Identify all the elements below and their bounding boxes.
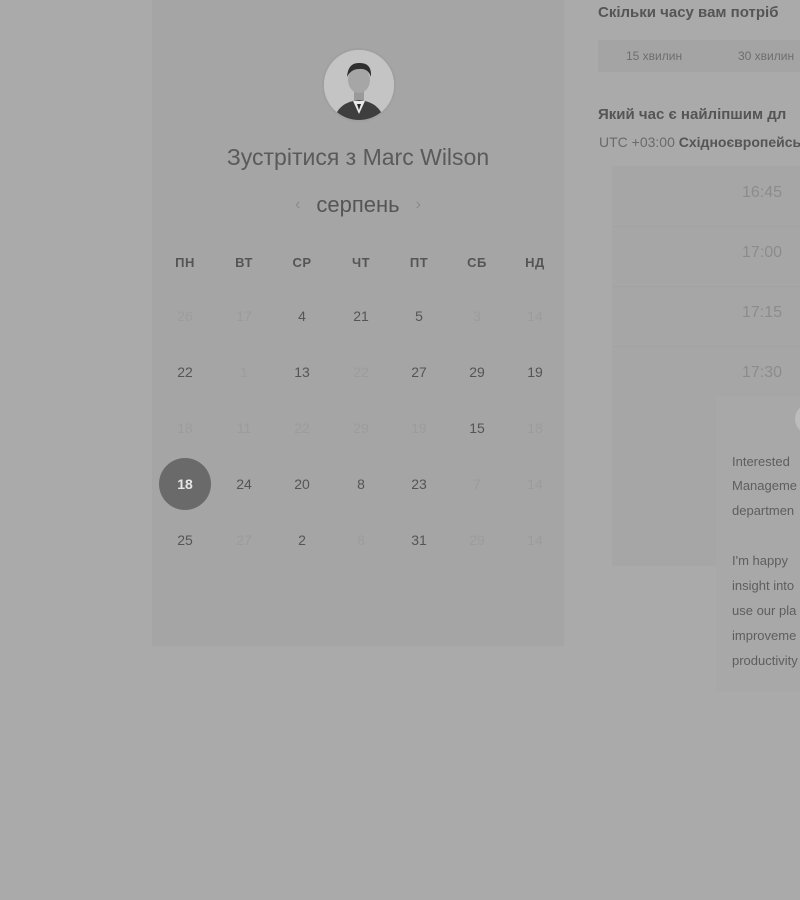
calendar-day: 29 [469, 532, 485, 548]
time-slot[interactable]: 17:30 [742, 364, 782, 382]
calendar-day[interactable]: 20 [277, 459, 327, 509]
description-line: Manageme [732, 478, 798, 493]
slot-divider [612, 226, 800, 227]
calendar-day[interactable]: 5 [394, 291, 444, 341]
calendar-day: 22 [353, 364, 369, 380]
calendar-day-selected[interactable]: 18 [159, 458, 211, 510]
calendar-day: 8 [357, 532, 365, 548]
weekday-header: ПН [175, 255, 195, 270]
weekday-header: ПТ [409, 255, 429, 270]
duration-option[interactable]: 30 хвилин [738, 49, 794, 63]
calendar-day[interactable]: 15 [452, 403, 502, 453]
calendar-day[interactable]: 23 [394, 459, 444, 509]
description-line: use our pla [732, 603, 797, 618]
weekday-header: НД [525, 255, 545, 270]
calendar-day[interactable]: 29 [452, 347, 502, 397]
timezone-offset: UTC +03:00 [599, 134, 675, 150]
calendar-day[interactable]: 24 [219, 459, 269, 509]
time-question: Який час є найліпшим дл [598, 106, 787, 123]
description-line: insight into [732, 578, 795, 593]
calendar-day: 14 [527, 308, 543, 324]
calendar-day[interactable]: 22 [160, 347, 210, 397]
calendar-day[interactable]: 27 [394, 347, 444, 397]
calendar-day[interactable]: 25 [160, 515, 210, 565]
calendar-day[interactable]: 19 [510, 347, 560, 397]
calendar-day[interactable]: 2 [277, 515, 327, 565]
host-description-panel [716, 396, 800, 692]
description-line: improveme [732, 628, 797, 643]
calendar-day[interactable]: 13 [277, 347, 327, 397]
calendar-day: 14 [527, 532, 543, 548]
duration-question: Скільки часу вам потріб [598, 4, 779, 21]
prev-month-icon[interactable]: ‹ [295, 196, 300, 214]
calendar-day: 18 [177, 420, 193, 436]
slot-divider [612, 346, 800, 347]
calendar-day[interactable]: 8 [336, 459, 386, 509]
calendar-day: 17 [236, 308, 252, 324]
calendar-day[interactable]: 21 [336, 291, 386, 341]
time-slot[interactable]: 16:45 [742, 184, 782, 202]
description-line: Interested [732, 454, 790, 469]
calendar-day: 26 [177, 308, 193, 324]
slot-divider [612, 286, 800, 287]
calendar-day: 18 [527, 420, 543, 436]
calendar-day: 3 [473, 308, 481, 324]
timezone-name: Східноєвропейсь [678, 134, 800, 150]
weekday-header: СР [292, 255, 312, 270]
host-avatar [322, 48, 396, 122]
description-line: departmen [732, 503, 795, 518]
calendar-day: 7 [473, 476, 481, 492]
calendar-day: 1 [240, 364, 248, 380]
time-slot[interactable]: 17:00 [742, 244, 782, 262]
next-month-icon[interactable]: › [416, 196, 421, 214]
calendar-day: 11 [236, 420, 252, 436]
info-panel-sidebar [612, 396, 716, 566]
timezone-label[interactable]: UTC +03:00 Східноєвропейсь [599, 134, 800, 150]
month-navigation: ‹ серпень › [152, 192, 564, 218]
weekday-header: СБ [467, 255, 487, 270]
calendar-day[interactable]: 31 [394, 515, 444, 565]
calendar-day: 29 [353, 420, 369, 436]
time-slot[interactable]: 17:15 [742, 304, 782, 322]
calendar-day: 22 [294, 420, 310, 436]
calendar-day: 27 [236, 532, 252, 548]
calendar-day[interactable]: 4 [277, 291, 327, 341]
duration-option[interactable]: 15 хвилин [626, 49, 682, 63]
month-label: серпень [316, 192, 400, 217]
description-line: I'm happy [732, 553, 788, 568]
calendar-day: 14 [527, 476, 543, 492]
weekday-header: ЧТ [351, 255, 371, 270]
calendar-day: 19 [411, 420, 427, 436]
meeting-title: Зустрітися з Marc Wilson [226, 144, 490, 170]
person-photo-icon [324, 50, 394, 120]
description-line: productivity [732, 653, 798, 668]
weekday-header: ВТ [235, 255, 253, 270]
